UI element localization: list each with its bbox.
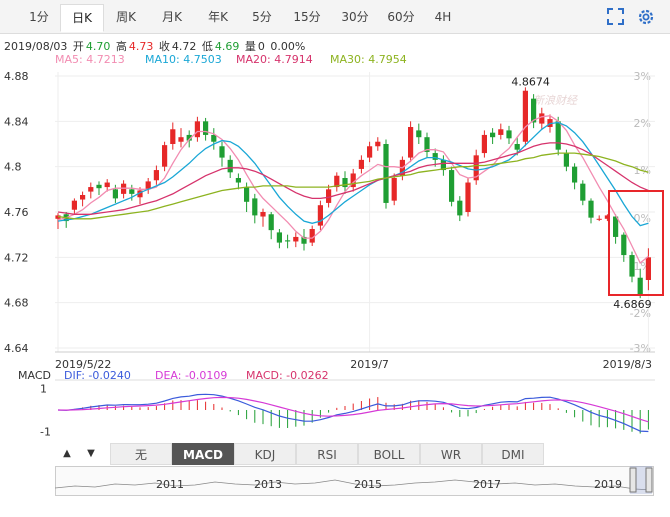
indicator-tab-wr[interactable]: WR	[420, 443, 482, 465]
candle-down	[235, 178, 241, 183]
nav-label-2017: 2017	[473, 478, 501, 491]
y-tick-label: 4.84	[4, 115, 29, 128]
nav-label-2019: 2019	[594, 478, 622, 491]
candle-up	[194, 121, 200, 138]
candle-up	[498, 129, 504, 135]
macd-tick-label: -1	[40, 425, 51, 438]
watermark-text: 新浪财经	[533, 94, 578, 107]
candle-up	[162, 145, 168, 167]
macd-value-legend: MACD: -0.0262	[246, 369, 329, 382]
candle-down	[506, 130, 512, 139]
candle-up	[317, 205, 323, 226]
candle-up	[408, 127, 414, 158]
candle-down	[490, 132, 496, 138]
macd-dif-legend: DIF: -0.0240	[64, 369, 131, 382]
candle-down	[383, 144, 389, 203]
candle-up	[293, 236, 299, 242]
candle-up	[260, 212, 266, 217]
candle-down	[276, 232, 282, 243]
candle-down	[211, 134, 217, 142]
y-tick-label: 4.68	[4, 297, 29, 310]
indicator-tab-rsi[interactable]: RSI	[296, 443, 358, 465]
candle-up	[71, 200, 77, 210]
indicator-tab-dmi[interactable]: DMI	[482, 443, 544, 465]
candle-down	[342, 178, 348, 188]
candle-down	[96, 184, 102, 189]
indicator-tab-kdj[interactable]: KDJ	[234, 443, 296, 465]
nav-label-2013: 2013	[254, 478, 282, 491]
candle-down	[588, 200, 594, 218]
y-tick-label: 4.72	[4, 251, 29, 264]
candle-down	[580, 183, 586, 201]
candle-down	[621, 234, 627, 256]
candle-down	[244, 187, 250, 202]
candle-down	[285, 240, 291, 242]
nav-label-2011: 2011	[156, 478, 184, 491]
candle-up	[104, 182, 110, 188]
candle-up	[80, 195, 86, 200]
candle-down	[563, 153, 569, 167]
min-price-annotation: 4.6869	[613, 298, 652, 311]
candle-down	[432, 153, 438, 160]
y-tick-label: 4.88	[4, 70, 29, 83]
navigator-left-handle[interactable]	[629, 467, 637, 493]
candle-up	[358, 159, 364, 169]
candle-down	[203, 121, 209, 135]
candle-up	[88, 187, 94, 192]
max-price-annotation: 4.8674	[511, 76, 550, 89]
x-tick-label: 2019/7	[350, 358, 389, 371]
candle-up	[153, 170, 159, 181]
candle-up	[522, 90, 528, 142]
y-tick-label: 4.76	[4, 206, 29, 219]
candle-down	[514, 144, 520, 150]
nav-label-2015: 2015	[354, 478, 382, 491]
candle-down	[416, 130, 422, 138]
candle-down	[572, 166, 578, 183]
candle-down	[457, 200, 463, 216]
y-tick-label: 4.8	[4, 161, 22, 174]
highlight-box	[608, 190, 664, 296]
candle-down	[637, 277, 643, 295]
candle-down	[129, 189, 135, 194]
candle-down	[112, 189, 118, 199]
candle-up	[170, 129, 176, 144]
pct-tick-label: -3%	[630, 342, 651, 355]
indicator-tab-macd[interactable]: MACD	[172, 443, 234, 465]
candle-down	[252, 198, 258, 216]
candle-down	[629, 255, 635, 277]
macd-dea-legend: DEA: -0.0109	[155, 369, 227, 382]
candle-down	[219, 146, 225, 158]
indicator-tab-boll[interactable]: BOLL	[358, 443, 420, 465]
candle-up	[367, 146, 373, 158]
candle-down	[268, 214, 274, 231]
candle-up	[645, 257, 651, 280]
candle-up	[596, 218, 602, 220]
candle-down	[555, 121, 561, 150]
scroll-up-button[interactable]: ▲	[58, 445, 76, 463]
indicator-tab-none[interactable]: 无	[110, 443, 172, 465]
candle-up	[465, 182, 471, 212]
candle-up	[178, 137, 184, 142]
scroll-down-button[interactable]: ▼	[82, 445, 100, 463]
candle-down	[449, 170, 455, 202]
candle-down	[227, 159, 233, 173]
navigator-right-handle[interactable]	[645, 467, 653, 493]
candle-up	[481, 134, 487, 154]
candle-up	[375, 141, 381, 147]
x-tick-label: 2019/8/3	[603, 358, 652, 371]
y-tick-label: 4.64	[4, 342, 29, 355]
candle-up	[539, 113, 545, 124]
macd-title: MACD	[18, 369, 51, 382]
macd-tick-label: 1	[40, 383, 47, 396]
candle-up	[391, 178, 397, 201]
kline-chart[interactable]: 4.884.844.84.764.724.684.643%2%1%0%-1%-2…	[0, 0, 670, 517]
